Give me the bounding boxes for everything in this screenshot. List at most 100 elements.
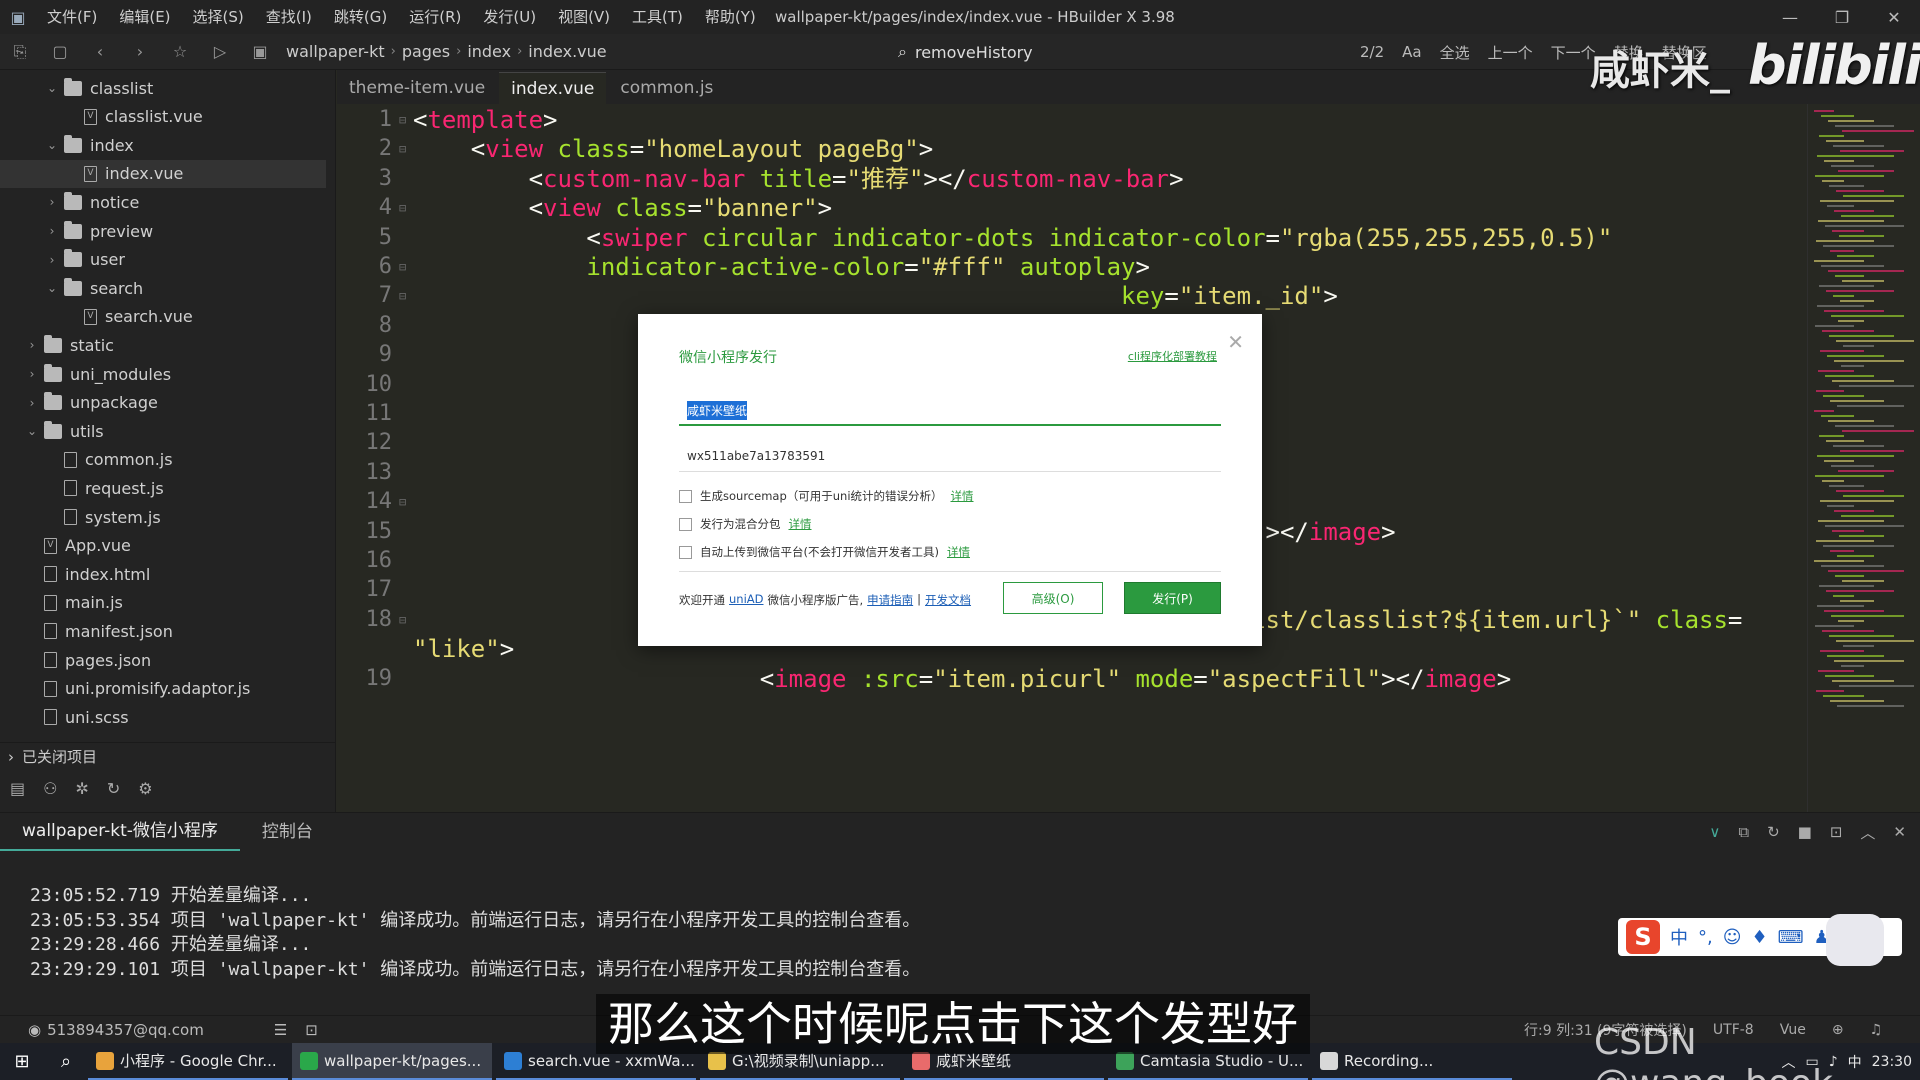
tree-item[interactable]: pages.json xyxy=(0,646,326,674)
menu-item[interactable]: 发行(U) xyxy=(472,0,547,34)
closed-projects[interactable]: › 已关闭项目 xyxy=(0,742,336,770)
close-panel-icon[interactable]: ✕ xyxy=(1893,823,1906,841)
save-icon[interactable]: ▢ xyxy=(40,34,80,70)
maximize-icon[interactable]: ❐ xyxy=(1816,0,1868,34)
tree-item[interactable]: › static xyxy=(0,331,326,359)
tree-item[interactable]: ⌄ utils xyxy=(0,417,326,445)
tree-item[interactable]: ⌄ classlist xyxy=(0,74,326,102)
maximize-panel-icon[interactable]: ︿ xyxy=(1860,822,1875,843)
auto-upload-option[interactable]: 自动上传到微信平台(不会打开微信开发者工具) 详情 xyxy=(679,542,970,562)
match-case-button[interactable]: Aa xyxy=(1402,43,1421,61)
star-icon[interactable]: ☆ xyxy=(160,34,200,70)
cli-tutorial-link[interactable]: cli程序化部署教程 xyxy=(1128,348,1217,364)
restart-icon[interactable]: ↻ xyxy=(1767,823,1780,841)
tree-item[interactable]: Vclasslist.vue xyxy=(0,103,326,131)
minimap[interactable] xyxy=(1807,104,1920,812)
tree-item[interactable]: uni.scss xyxy=(0,703,326,731)
breadcrumb-item[interactable]: pages xyxy=(396,42,456,61)
tree-item[interactable]: uni.promisify.adaptor.js xyxy=(0,675,326,703)
menu-item[interactable]: 编辑(E) xyxy=(108,0,181,34)
publish-button[interactable]: 发行(P) xyxy=(1124,582,1221,614)
tree-item[interactable]: Vsearch.vue xyxy=(0,303,326,331)
account-email[interactable]: 513894357@qq.com xyxy=(47,1021,204,1039)
ime-emoji-icon[interactable]: ☺ xyxy=(1723,927,1742,948)
app-name-input[interactable]: 咸虾米壁纸 xyxy=(679,396,1221,426)
minimize-icon[interactable]: — xyxy=(1764,0,1816,34)
tree-item[interactable]: ⌄ search xyxy=(0,274,326,302)
dialog-close-icon[interactable]: ✕ xyxy=(1227,330,1244,354)
tree-item[interactable]: main.js xyxy=(0,589,326,617)
binoculars-icon[interactable]: ⚇ xyxy=(43,779,57,798)
menu-item[interactable]: 文件(F) xyxy=(36,0,108,34)
forward-icon[interactable]: › xyxy=(120,34,160,70)
select-all-button[interactable]: 全选 xyxy=(1440,42,1470,63)
breadcrumb-item[interactable]: wallpaper-kt xyxy=(280,42,391,61)
tree-item[interactable]: › unpackage xyxy=(0,389,326,417)
editor-tab[interactable]: theme-item.vue xyxy=(337,72,497,104)
tree-item[interactable]: manifest.json xyxy=(0,617,326,645)
prev-match-button[interactable]: 上一个 xyxy=(1488,42,1533,63)
debug-icon[interactable]: ✲ xyxy=(75,779,88,798)
sourcemap-details-link[interactable]: 详情 xyxy=(951,488,974,504)
tree-item[interactable]: › preview xyxy=(0,217,326,245)
back-icon[interactable]: ‹ xyxy=(80,34,120,70)
windows-start-icon[interactable]: ⊞ xyxy=(0,1043,44,1080)
ime-mode[interactable]: 中 xyxy=(1670,924,1688,950)
sourcemap-checkbox[interactable] xyxy=(679,489,692,503)
sync-icon[interactable]: ↻ xyxy=(107,779,120,798)
stop-icon[interactable]: ■ xyxy=(1798,823,1812,841)
clear-icon[interactable]: ⊡ xyxy=(1830,823,1843,841)
mixed-subpackage-checkbox[interactable] xyxy=(679,517,692,531)
tree-item[interactable]: › uni_modules xyxy=(0,360,326,388)
new-file-icon[interactable]: ⎘ xyxy=(0,34,40,70)
close-icon[interactable]: ✕ xyxy=(1868,0,1920,34)
tree-item[interactable]: ⌄ index xyxy=(0,131,326,159)
appid-input[interactable]: wx511abe7a13783591 xyxy=(679,440,1221,472)
console-tab[interactable]: wallpaper-kt-微信小程序 xyxy=(0,813,240,851)
editor-tab[interactable]: common.js xyxy=(608,72,725,104)
tree-item[interactable]: request.js xyxy=(0,474,326,502)
sourcemap-option[interactable]: 生成sourcemap（可用于uni统计的错误分析） 详情 xyxy=(679,486,974,506)
plugin-icon[interactable]: ⚙ xyxy=(138,779,152,798)
ime-keyboard-icon[interactable]: ⌨ xyxy=(1778,927,1804,948)
ime-punct-icon[interactable]: °, xyxy=(1698,927,1713,948)
taskbar-app[interactable]: 小程序 - Google Chr... xyxy=(88,1043,288,1080)
tree-item[interactable]: › notice xyxy=(0,188,326,216)
find-input[interactable]: removeHistory xyxy=(915,43,1033,62)
taskbar-app[interactable]: wallpaper-kt/pages... xyxy=(292,1043,492,1080)
filter-icon[interactable]: ∨ xyxy=(1709,823,1720,841)
ime-mic-icon[interactable]: ♦ xyxy=(1752,927,1768,948)
project-manager-icon[interactable]: ▤ xyxy=(10,779,25,798)
mixed-subpackage-details-link[interactable]: 详情 xyxy=(789,516,812,532)
mixed-subpackage-option[interactable]: 发行为混合分包 详情 xyxy=(679,514,812,534)
next-match-button[interactable]: 下一个 xyxy=(1551,42,1596,63)
tree-item[interactable]: › user xyxy=(0,246,326,274)
tree-item[interactable]: system.js xyxy=(0,503,326,531)
breadcrumb-item[interactable]: index xyxy=(461,42,517,61)
console-tab[interactable]: 控制台 xyxy=(240,814,335,850)
taskbar-search-icon[interactable]: ⌕ xyxy=(44,1043,88,1080)
docs-link[interactable]: 开发文档 xyxy=(925,592,971,608)
taskbar-app[interactable]: Recording... xyxy=(1312,1043,1512,1080)
guide-link[interactable]: 申请指南 xyxy=(867,592,913,608)
tree-item[interactable]: common.js xyxy=(0,446,326,474)
menu-item[interactable]: 选择(S) xyxy=(182,0,255,34)
menu-item[interactable]: 查找(I) xyxy=(255,0,323,34)
auto-upload-details-link[interactable]: 详情 xyxy=(947,544,970,560)
list-icon[interactable]: ☰ xyxy=(274,1021,287,1039)
open-log-icon[interactable]: ⧉ xyxy=(1738,823,1749,841)
tree-item[interactable]: V App.vue xyxy=(0,532,326,560)
terminal-icon[interactable]: ⊡ xyxy=(305,1021,318,1039)
menu-item[interactable]: 视图(V) xyxy=(547,0,621,34)
tree-item[interactable]: Vindex.vue xyxy=(0,159,326,188)
menu-item[interactable]: 帮助(Y) xyxy=(694,0,767,34)
auto-upload-checkbox[interactable] xyxy=(679,545,692,559)
run-icon[interactable]: ▷ xyxy=(200,34,240,70)
menu-item[interactable]: 工具(T) xyxy=(621,0,694,34)
uniad-link[interactable]: uniAD xyxy=(729,592,764,608)
advanced-button[interactable]: 高级(O) xyxy=(1003,582,1103,614)
menu-item[interactable]: 运行(R) xyxy=(398,0,472,34)
editor-tab[interactable]: index.vue xyxy=(499,72,607,104)
tree-item[interactable]: index.html xyxy=(0,560,326,588)
menu-item[interactable]: 跳转(G) xyxy=(323,0,398,34)
